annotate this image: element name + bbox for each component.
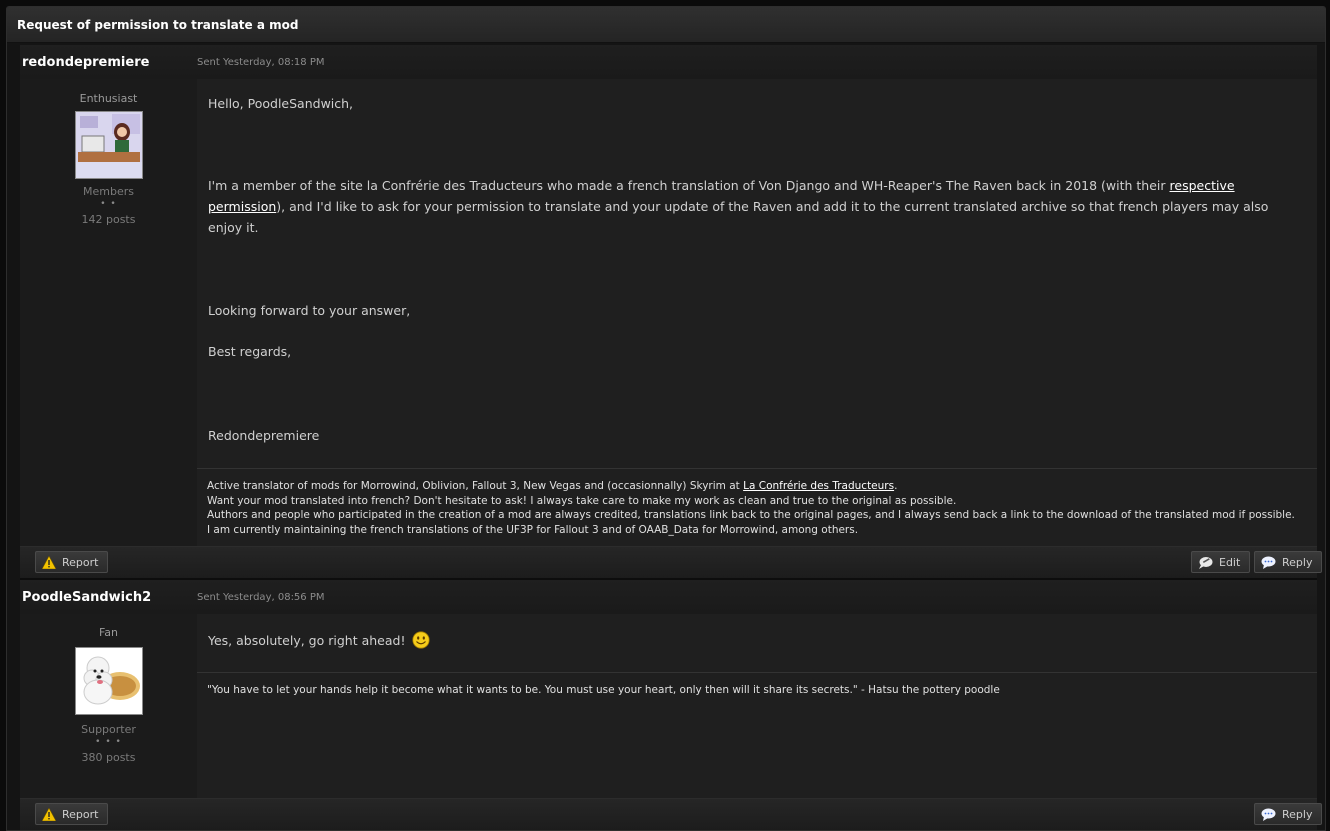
author-group: Members xyxy=(83,185,134,198)
reply-button[interactable]: Reply xyxy=(1254,803,1323,825)
reply-label: Reply xyxy=(1282,807,1313,821)
signature-line-2: Want your mod translated into french? Do… xyxy=(207,494,957,507)
author-group: Supporter xyxy=(81,723,136,736)
closing-line: Looking forward to your answer, xyxy=(208,303,411,318)
report-button[interactable]: Report xyxy=(35,551,109,573)
signature: Active translator of mods for Morrowind,… xyxy=(197,468,1317,537)
warning-icon xyxy=(42,555,56,569)
author-rank: Fan xyxy=(98,626,119,639)
signature-line-4: I am currently maintaining the french tr… xyxy=(207,523,859,536)
rank-pips: • • • xyxy=(95,737,122,747)
post-author[interactable]: redondepremiere xyxy=(20,55,197,70)
greeting: Hello, PoodleSandwich, xyxy=(208,96,354,111)
post-body: Hello, PoodleSandwich, I'm a member of t… xyxy=(197,79,1317,446)
edit-label: Edit xyxy=(1219,555,1241,569)
closing-line-2: Best regards, xyxy=(208,344,292,359)
post-date: Sent Yesterday, 08:56 PM xyxy=(197,591,325,603)
reply-icon xyxy=(1261,556,1276,569)
paragraph: I'm a member of the site la Confrérie de… xyxy=(208,175,1297,238)
report-button[interactable]: Report xyxy=(35,803,109,825)
signature-line-3: Authors and people who participated in t… xyxy=(207,509,1295,521)
confrerie-link[interactable]: La Confrérie des Traducteurs xyxy=(743,480,894,492)
avatar[interactable] xyxy=(74,647,143,715)
warning-icon xyxy=(42,807,56,821)
post-header: redondepremiere Sent Yesterday, 08:18 PM xyxy=(20,45,1317,79)
edit-button[interactable]: Edit xyxy=(1191,551,1251,573)
avatar[interactable] xyxy=(74,111,143,179)
post-count: 380 posts xyxy=(81,751,136,764)
report-label: Report xyxy=(62,555,99,569)
rank-pips: • • xyxy=(100,199,117,209)
post-actions: Report Edit Reply xyxy=(20,546,1323,579)
post-content: Hello, PoodleSandwich, I'm a member of t… xyxy=(197,79,1317,546)
post-count: 142 posts xyxy=(81,213,136,226)
edit-icon xyxy=(1198,556,1213,569)
author-rank: Enthusiast xyxy=(79,92,138,105)
reply-button[interactable]: Reply xyxy=(1254,551,1323,573)
message-window: Request of permission to translate a mod… xyxy=(6,6,1326,831)
report-label: Report xyxy=(62,807,99,821)
reply-label: Reply xyxy=(1282,555,1313,569)
signoff: Redondepremiere xyxy=(208,428,320,443)
post-1: redondepremiere Sent Yesterday, 08:18 PM… xyxy=(20,45,1323,579)
signature-text-end: . xyxy=(894,480,898,492)
post-body: Yes, absolutely, go right ahead! xyxy=(197,614,1317,655)
author-info: Enthusiast Members • • 142 posts xyxy=(20,92,197,226)
topic-title: Request of permission to translate a mod xyxy=(17,17,299,32)
signature-text: Active translator of mods for Morrowind,… xyxy=(207,480,744,492)
topic-title-bar: Request of permission to translate a mod xyxy=(7,7,1325,43)
signature-line: Active translator of mods for Morrowind,… xyxy=(207,479,1317,494)
post-actions: Report Reply xyxy=(20,798,1323,830)
paragraph-text-cont: ), and I'd like to ask for your permissi… xyxy=(208,199,1269,235)
post-author[interactable]: PoodleSandwich2 xyxy=(20,590,197,605)
message-line: Yes, absolutely, go right ahead! xyxy=(208,630,1297,655)
smiley-icon xyxy=(412,631,431,655)
message-text: Yes, absolutely, go right ahead! xyxy=(208,633,406,648)
post-header: PoodleSandwich2 Sent Yesterday, 08:56 PM xyxy=(20,580,1317,614)
signature-quote: "You have to let your hands help it beco… xyxy=(207,684,1000,696)
paragraph-text: I'm a member of the site la Confrérie de… xyxy=(208,178,1170,193)
signature: "You have to let your hands help it beco… xyxy=(197,672,1317,698)
reply-icon xyxy=(1261,808,1276,821)
author-info: Fan Supporter • • • 380 posts xyxy=(20,626,197,764)
post-content: Yes, absolutely, go right ahead! "You ha… xyxy=(197,614,1317,798)
post-date: Sent Yesterday, 08:18 PM xyxy=(197,56,325,68)
post-2: PoodleSandwich2 Sent Yesterday, 08:56 PM… xyxy=(20,580,1323,830)
